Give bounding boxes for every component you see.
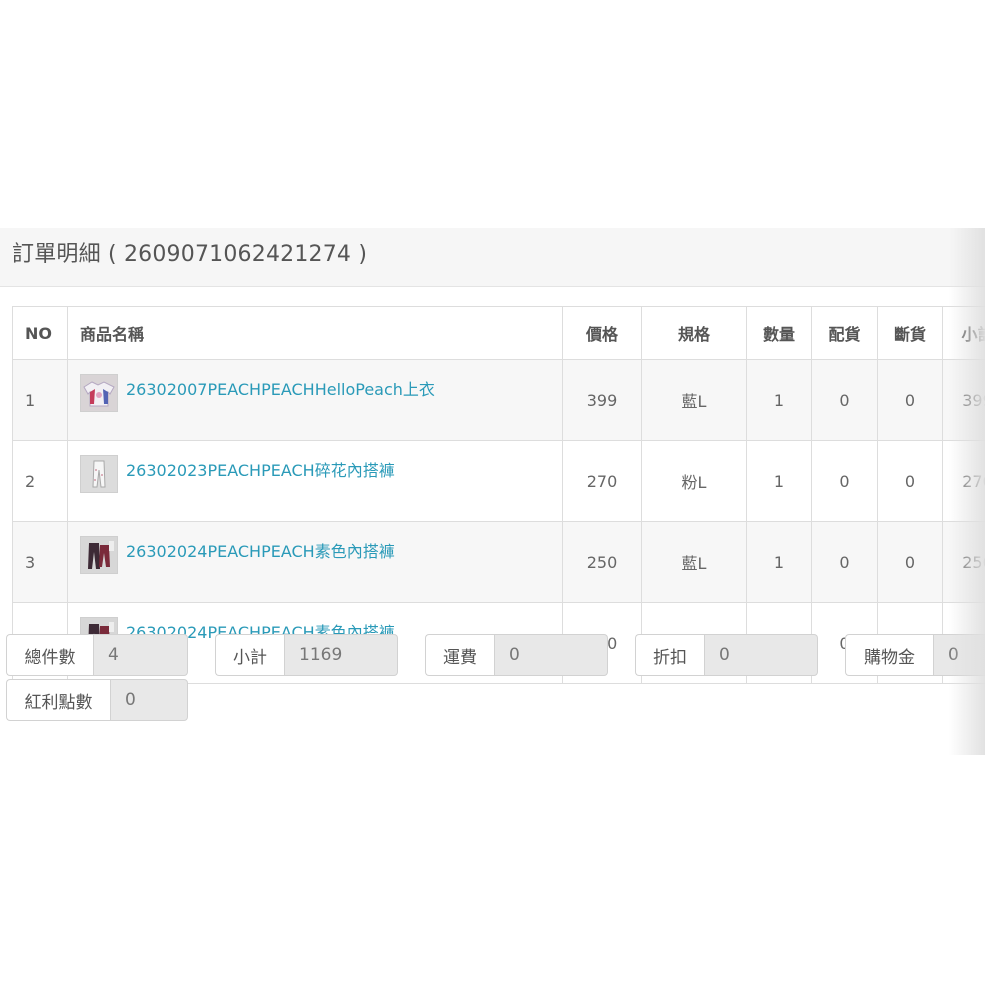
product-thumbnail[interactable] [80,455,118,493]
table-row: 3 26302024PEACHPEACH素色內搭褲 250 藍L 1 0 0 2… [12,521,985,603]
cell-out-of-stock: 0 [877,440,943,522]
cell-no: 1 [12,359,68,441]
cell-product-name: 26302023PEACHPEACH碎花內搭褲 [67,440,563,522]
cell-product-name: 26302024PEACHPEACH素色內搭褲 [67,521,563,603]
cell-allocated: 0 [811,521,878,603]
page-title: 訂單明細 ( 2609071062421274 ) [12,242,368,267]
leggings-thumbnail-image [81,456,117,492]
bonus-points-field: 0 [110,679,188,721]
shipping-field: 0 [494,634,608,676]
cell-subtotal: 270 [942,440,985,522]
product-thumbnail[interactable] [80,374,118,412]
subtotal-label: 小計 [215,634,284,676]
cell-quantity: 1 [746,521,812,603]
product-link[interactable]: 26302007PEACHPEACHHelloPeach上衣 [126,376,435,400]
order-items-table: NO 商品名稱 價格 規格 數量 配貨 斷貨 小計 1 [12,306,985,684]
product-thumbnail[interactable] [80,536,118,574]
cell-allocated: 0 [811,359,878,441]
column-header-out-of-stock: 斷貨 [877,306,943,360]
shirt-thumbnail-image [81,375,117,411]
cell-quantity: 1 [746,440,812,522]
column-header-product-name: 商品名稱 [67,306,563,360]
shopping-credit-field: 0 [933,634,985,676]
subtotal-field: 1169 [284,634,398,676]
panel-heading: 訂單明細 ( 2609071062421274 ) [0,228,985,287]
table-row: 2 26302023PEACHPEACH碎花內搭褲 270 粉L 1 0 0 2… [12,440,985,522]
discount-field: 0 [704,634,818,676]
cell-subtotal: 250 [942,521,985,603]
column-header-quantity: 數量 [746,306,812,360]
cell-product-name: 26302007PEACHPEACHHelloPeach上衣 [67,359,563,441]
cell-quantity: 1 [746,359,812,441]
total-items-group: 總件數 4 [6,634,188,676]
shopping-credit-label: 購物金 [845,634,933,676]
cell-spec: 粉L [641,440,747,522]
table-header-row: NO 商品名稱 價格 規格 數量 配貨 斷貨 小計 [12,306,985,360]
cell-out-of-stock: 0 [877,521,943,603]
product-link[interactable]: 26302023PEACHPEACH碎花內搭褲 [126,457,395,481]
column-header-no: NO [12,306,68,360]
bonus-points-group: 紅利點數 0 [6,679,188,721]
cell-price: 250 [562,521,642,603]
discount-group: 折扣 0 [635,634,818,676]
column-header-spec: 規格 [641,306,747,360]
table-row: 1 26302007PEACHPEACHHelloPeach上衣 399 藍L [12,359,985,441]
product-link[interactable]: 26302024PEACHPEACH素色內搭褲 [126,538,395,562]
discount-label: 折扣 [635,634,704,676]
cell-allocated: 0 [811,440,878,522]
bonus-points-label: 紅利點數 [6,679,110,721]
subtotal-group: 小計 1169 [215,634,398,676]
total-items-label: 總件數 [6,634,93,676]
total-items-field: 4 [93,634,188,676]
column-header-subtotal: 小計 [942,306,985,360]
cell-no: 3 [12,521,68,603]
order-detail-panel: 訂單明細 ( 2609071062421274 ) NO 商品名稱 價格 規格 … [0,228,985,755]
column-header-allocated: 配貨 [811,306,878,360]
cell-subtotal: 399 [942,359,985,441]
cell-price: 399 [562,359,642,441]
shipping-group: 運費 0 [425,634,608,676]
cell-spec: 藍L [641,359,747,441]
cell-price: 270 [562,440,642,522]
shipping-label: 運費 [425,634,494,676]
cell-spec: 藍L [641,521,747,603]
column-header-price: 價格 [562,306,642,360]
cell-no: 2 [12,440,68,522]
leggings-thumbnail-image [81,537,117,573]
cell-out-of-stock: 0 [877,359,943,441]
shopping-credit-group: 購物金 0 [845,634,985,676]
